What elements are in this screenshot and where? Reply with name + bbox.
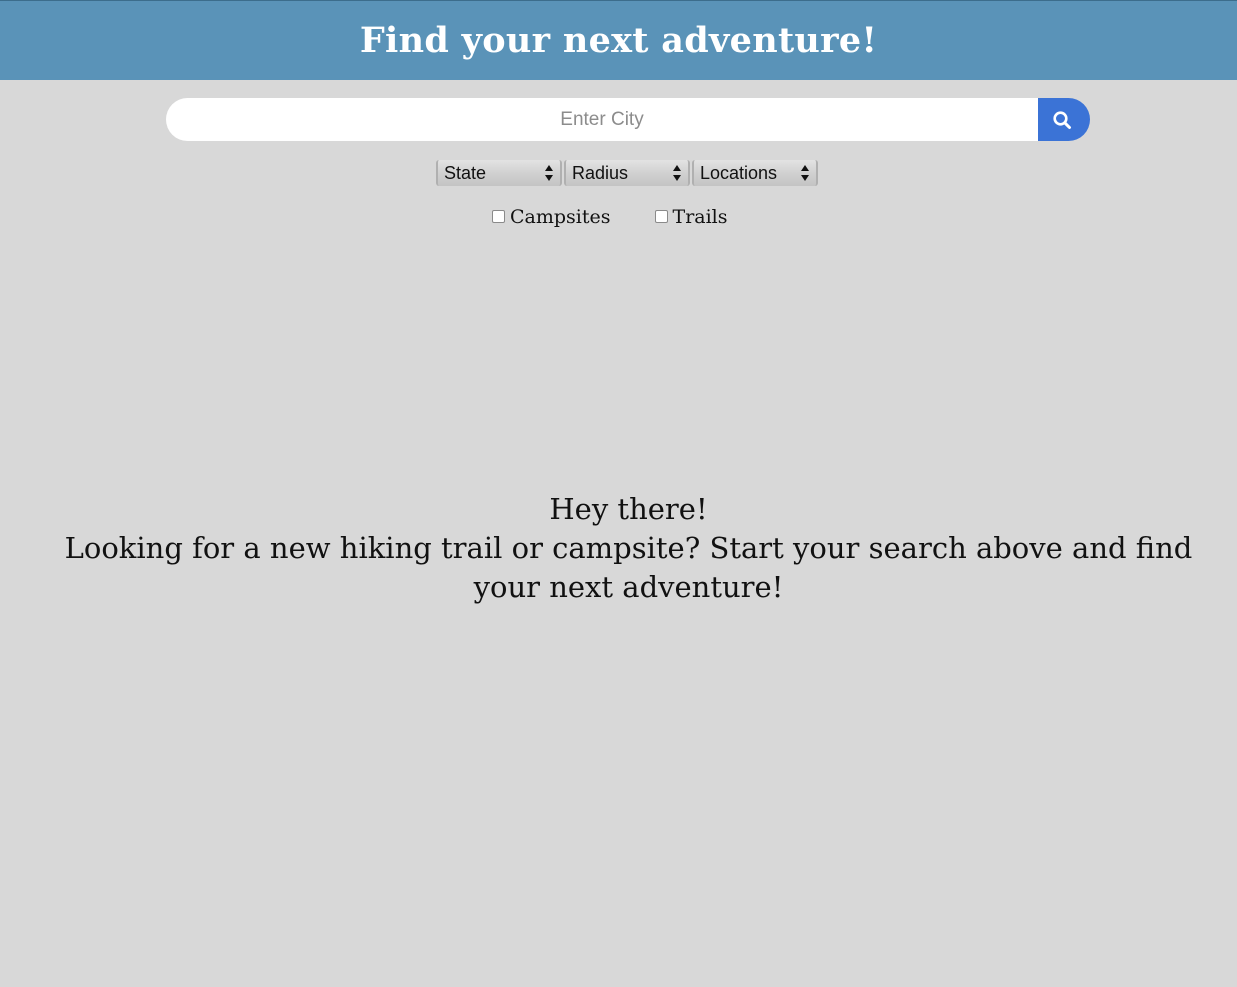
welcome-message: Hey there! Looking for a new hiking trai… [60, 490, 1197, 607]
state-select-label: State [444, 162, 487, 183]
campsites-label: Campsites [510, 206, 611, 228]
select-arrows-icon [801, 165, 809, 181]
radius-select-label: Radius [572, 162, 629, 183]
search-button[interactable] [1038, 98, 1090, 141]
select-arrows-icon [545, 165, 553, 181]
city-search-input[interactable] [166, 98, 1038, 141]
welcome-greeting: Hey there! [549, 492, 708, 526]
trails-option[interactable]: Trails [654, 206, 728, 228]
select-arrows-icon [673, 165, 681, 181]
state-select[interactable]: State [436, 160, 562, 186]
trails-label: Trails [672, 206, 728, 228]
trails-checkbox[interactable] [654, 209, 668, 223]
filter-selects: State Radius Locations [436, 160, 818, 186]
welcome-text: Looking for a new hiking trail or campsi… [64, 531, 1193, 604]
page-header: Find your next adventure! [0, 0, 1237, 80]
radius-select[interactable]: Radius [564, 160, 690, 186]
campsites-option[interactable]: Campsites [492, 206, 611, 228]
search-icon [1053, 110, 1071, 129]
locations-select[interactable]: Locations [692, 160, 818, 186]
campsites-checkbox[interactable] [492, 209, 505, 223]
type-checkboxes: Campsites Trails [492, 206, 728, 228]
search-bar [166, 98, 1090, 141]
locations-select-label: Locations [700, 162, 778, 183]
page-title: Find your next adventure! [359, 20, 878, 61]
